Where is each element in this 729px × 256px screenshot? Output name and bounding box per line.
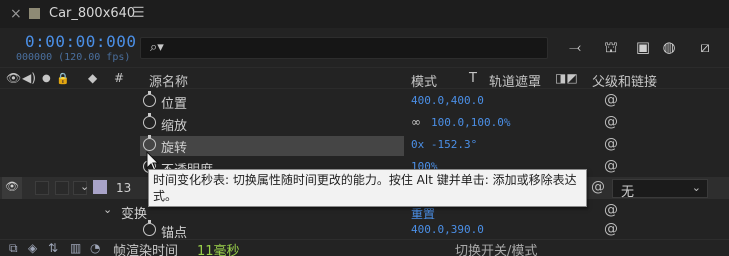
- solo-icon[interactable]: ●: [42, 73, 51, 84]
- audio-switch[interactable]: [35, 181, 49, 195]
- property-name: 缩放: [161, 119, 188, 134]
- toggle-switches-modes[interactable]: 切换开关/模式: [455, 240, 537, 256]
- parent-pickwhip-icon[interactable]: @: [591, 179, 605, 195]
- frame-blend-icon[interactable]: ▣: [632, 38, 654, 58]
- label-tag-icon[interactable]: ◆: [88, 71, 97, 85]
- property-value[interactable]: 400.0,400.0: [411, 94, 484, 107]
- layer-number: 13: [116, 181, 132, 195]
- property-value[interactable]: 400.0,390.0: [411, 223, 484, 236]
- composition-tab-name[interactable]: Car_800x640: [49, 6, 135, 21]
- stopwatch-icon[interactable]: [143, 113, 156, 129]
- property-name: 位置: [161, 97, 188, 112]
- stopwatch-icon[interactable]: [143, 220, 156, 236]
- property-row-position[interactable]: 位置 400.0,400.0 @: [0, 91, 729, 112]
- layer-switches-icon[interactable]: ⧉: [9, 241, 18, 256]
- column-header: 👁 ◀) ● 🔒 ◆ # 源名称 模式 T 轨道遮罩 ◨◩ 父级和链接: [0, 67, 729, 90]
- pickwhip-icon[interactable]: @: [604, 136, 618, 152]
- property-row-rotation[interactable]: 旋转 0x -152.3° @: [0, 135, 729, 156]
- frame-count-display: 000000 (120.00 fps): [16, 52, 131, 63]
- mode-header[interactable]: 模式: [411, 71, 437, 90]
- solo-switch[interactable]: [55, 181, 69, 195]
- matte-toggle-icon[interactable]: ◨◩: [555, 71, 578, 85]
- pickwhip-icon[interactable]: @: [604, 202, 618, 218]
- property-value[interactable]: 0x -152.3°: [411, 138, 477, 151]
- pickwhip-icon[interactable]: @: [604, 158, 618, 174]
- video-eye-icon[interactable]: 👁: [6, 71, 21, 85]
- frame-render-time-value: 11毫秒: [197, 244, 240, 256]
- lock-icon[interactable]: 🔒: [56, 72, 70, 85]
- pickwhip-icon[interactable]: @: [604, 114, 618, 130]
- track-matte-header[interactable]: 轨道遮罩: [489, 71, 541, 90]
- stopwatch-icon[interactable]: [143, 135, 156, 151]
- parent-value: 无: [621, 185, 635, 200]
- eye-icon[interactable]: 👁: [5, 180, 19, 193]
- current-time-display[interactable]: 0:00:00:000: [25, 32, 136, 51]
- chevron-down-icon[interactable]: ⌄: [103, 203, 112, 216]
- source-name-header[interactable]: 源名称: [149, 71, 188, 90]
- property-value[interactable]: 100.0,100.0%: [431, 116, 510, 129]
- graph-toggle-icon[interactable]: ⤙: [564, 38, 586, 58]
- layer-search-input[interactable]: ⌕▾: [140, 37, 548, 59]
- parent-dropdown[interactable]: 无 ⌄: [612, 179, 708, 200]
- layer-visibility-toggle[interactable]: 👁: [2, 177, 22, 199]
- chevron-down-icon: ⌄: [691, 181, 701, 194]
- pickwhip-icon[interactable]: @: [604, 221, 618, 237]
- close-tab-icon[interactable]: ×: [10, 6, 22, 22]
- graph-editor-icon[interactable]: ⧄: [694, 38, 716, 58]
- pickwhip-icon[interactable]: @: [604, 92, 618, 108]
- status-bar: [0, 239, 729, 256]
- parent-link-header[interactable]: 父级和链接: [592, 71, 657, 90]
- composition-tab-bar: × Car_800x640 ☰: [0, 0, 729, 28]
- draft-3d-icon[interactable]: ⛫: [600, 38, 622, 58]
- tooltip-text: 时间变化秒表: 切换属性随时间更改的能力。按住 Alt 键并单击: 添加或移除表…: [153, 173, 577, 203]
- layer-label-color[interactable]: [93, 180, 107, 194]
- property-name: 旋转: [161, 141, 188, 156]
- layer-number-icon: #: [114, 71, 125, 85]
- render-time-icon[interactable]: ▥: [70, 241, 81, 255]
- search-icon[interactable]: ⌕▾: [150, 40, 164, 55]
- constrain-proportions-icon[interactable]: ∞: [411, 115, 421, 129]
- panel-menu-icon[interactable]: ☰: [132, 5, 145, 21]
- frame-render-time-label: 帧渲染时间: [113, 244, 179, 256]
- audio-icon[interactable]: ◀): [22, 71, 36, 85]
- property-row-anchor[interactable]: 锚点 400.0,390.0 @: [0, 220, 729, 241]
- chevron-down-icon[interactable]: ⌄: [80, 180, 89, 193]
- stretch-icon[interactable]: ◔: [90, 241, 100, 255]
- composition-color-swatch: [29, 8, 40, 19]
- stopwatch-tooltip: 时间变化秒表: 切换属性随时间更改的能力。按住 Alt 键并单击: 添加或移除表…: [148, 169, 587, 207]
- t-header: T: [469, 71, 477, 86]
- in-out-icon[interactable]: ⇅: [48, 241, 58, 255]
- property-row-scale[interactable]: 缩放 ∞ 100.0,100.0% @: [0, 113, 729, 134]
- modes-icon[interactable]: ◈: [28, 241, 37, 255]
- stopwatch-icon[interactable]: [143, 91, 156, 107]
- motion-blur-icon[interactable]: ◍: [658, 38, 680, 58]
